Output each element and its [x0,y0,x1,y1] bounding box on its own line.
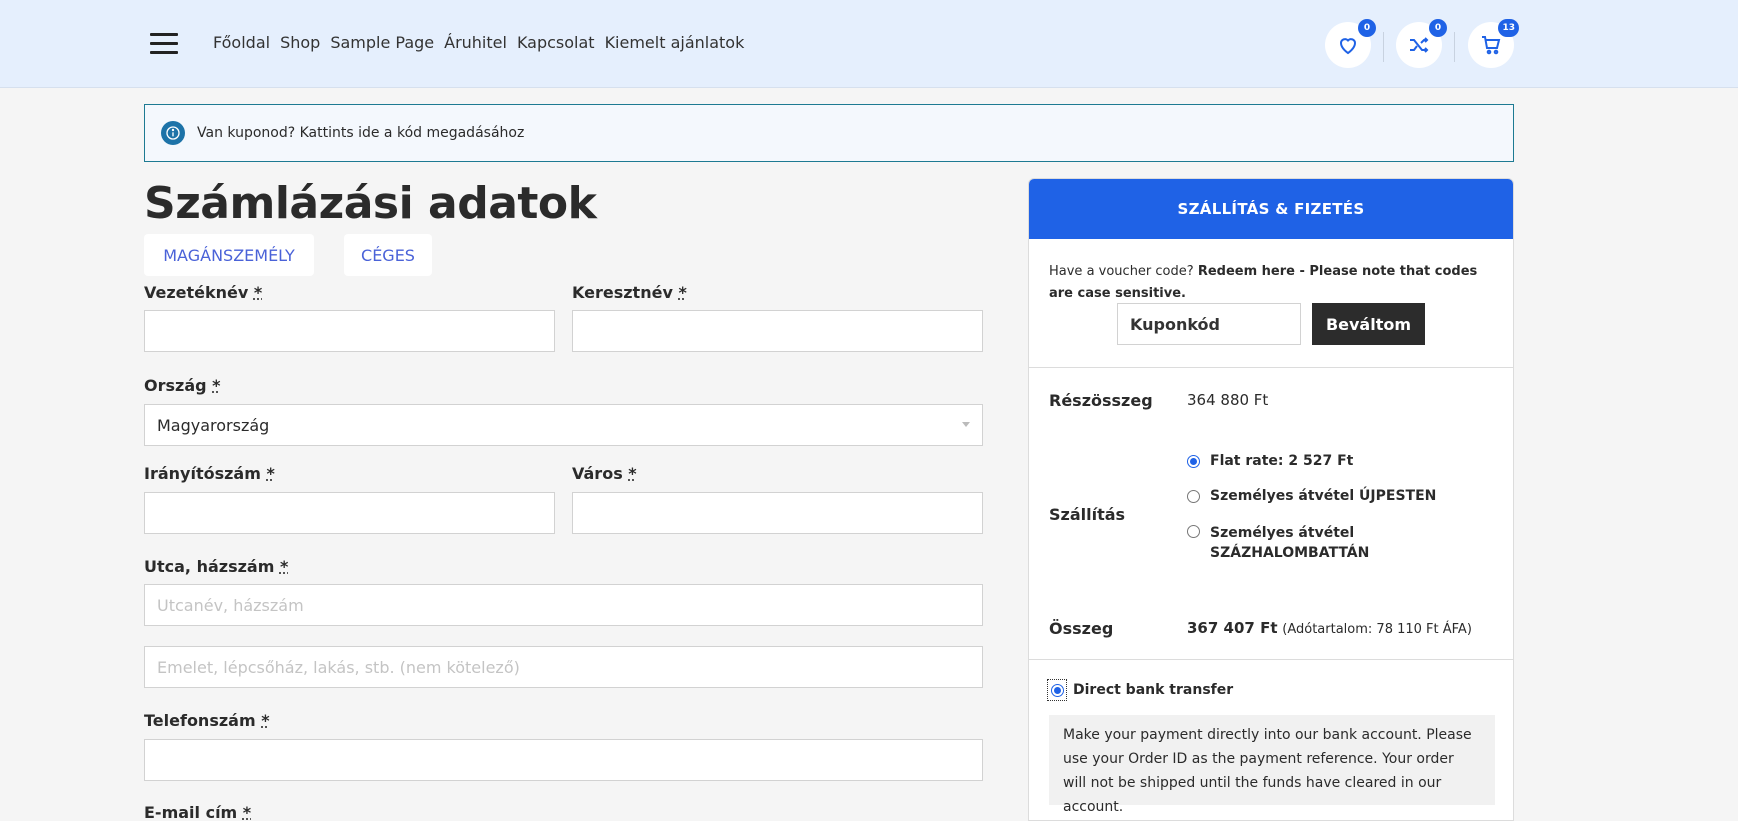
street2-field[interactable]: Emelet, lépcsőház, lakás, stb. (nem köte… [144,646,983,688]
nav-item-aruhitel[interactable]: Áruhitel [444,33,507,52]
nav-item-shop[interactable]: Shop [280,33,320,52]
header-divider [1383,32,1384,62]
cart-button[interactable]: 13 [1468,22,1514,68]
radio-selected-icon [1187,455,1200,468]
compare-button[interactable]: 0 [1396,22,1442,68]
voucher-text: Have a voucher code? Redeem here - Pleas… [1049,261,1489,305]
last-name-label: Vezetéknév * [144,283,262,302]
wishlist-button[interactable]: 0 [1325,22,1371,68]
main-nav: Főoldal Shop Sample Page Áruhitel Kapcso… [213,33,744,52]
payment-radio[interactable] [1047,679,1067,701]
redeem-button[interactable]: Beváltom [1312,303,1425,345]
country-select[interactable]: Magyarország [144,404,983,446]
cart-icon [1479,33,1503,57]
divider [1029,659,1514,660]
country-select-value: Magyarország [157,416,269,435]
first-name-field[interactable] [572,310,983,352]
menu-icon[interactable] [150,33,178,55]
shuffle-icon [1407,33,1431,57]
total-value: 367 407 Ft (Adótartalom: 78 110 Ft ÁFA) [1187,619,1472,637]
info-icon [161,121,185,145]
zip-field[interactable] [144,492,555,534]
nav-item-kiemelt-ajanlatok[interactable]: Kiemelt ajánlatok [605,33,745,52]
zip-label: Irányítószám * [144,464,275,483]
payment-description: Make your payment directly into our bank… [1049,715,1495,805]
tab-ceges[interactable]: CÉGES [344,234,432,276]
coupon-notice-link[interactable]: Van kuponod? Kattints ide a kód megadásá… [197,125,524,141]
phone-label: Telefonszám * [144,711,270,730]
shipping-option-szazhalombatta[interactable]: Személyes átvétel SZÁZHALOMBATTÁN [1187,523,1447,563]
wishlist-count-badge: 0 [1358,19,1376,37]
cart-count-badge: 13 [1498,19,1519,37]
compare-count-badge: 0 [1429,19,1447,37]
email-label: E-mail cím * [144,803,251,821]
chevron-down-icon [962,422,970,427]
tab-maganszemely[interactable]: MAGÁNSZEMÉLY [144,234,314,276]
coupon-input[interactable]: Kuponkód [1117,303,1301,345]
subtotal-value: 364 880 Ft [1187,391,1268,409]
last-name-field[interactable] [144,310,555,352]
header-divider [1454,32,1455,62]
coupon-notice: Van kuponod? Kattints ide a kód megadásá… [144,104,1514,162]
street-field[interactable]: Utcanév, házszám [144,584,983,626]
order-review-panel: SZÁLLÍTÁS & FIZETÉS Have a voucher code?… [1028,178,1514,821]
radio-icon [1187,525,1200,538]
payment-method-bank-transfer[interactable]: Direct bank transfer [1047,679,1233,701]
order-review-heading: SZÁLLÍTÁS & FIZETÉS [1029,179,1513,239]
subtotal-label: Részösszeg [1049,391,1153,410]
radio-selected-icon [1051,684,1064,697]
nav-item-sample-page[interactable]: Sample Page [330,33,434,52]
phone-field[interactable] [144,739,983,781]
nav-item-kapcsolat[interactable]: Kapcsolat [517,33,595,52]
divider [1029,367,1514,368]
city-label: Város * [572,464,637,483]
shipping-option-ujpest[interactable]: Személyes átvétel ÚJPESTEN [1187,488,1436,504]
first-name-label: Keresztnév * [572,283,687,302]
country-label: Ország * [144,376,221,395]
street-label: Utca, házszám * [144,557,288,576]
shipping-label: Szállítás [1049,505,1125,524]
total-label: Összeg [1049,619,1113,638]
page-title: Számlázási adatok [144,178,596,229]
city-field[interactable] [572,492,983,534]
total-tax: (Adótartalom: 78 110 Ft ÁFA) [1282,622,1472,637]
nav-item-fooldal[interactable]: Főoldal [213,33,270,52]
shipping-option-flat-rate[interactable]: Flat rate: 2 527 Ft [1187,453,1353,469]
radio-icon [1187,490,1200,503]
site-header: Főoldal Shop Sample Page Áruhitel Kapcso… [0,0,1738,88]
heart-icon [1336,33,1360,57]
